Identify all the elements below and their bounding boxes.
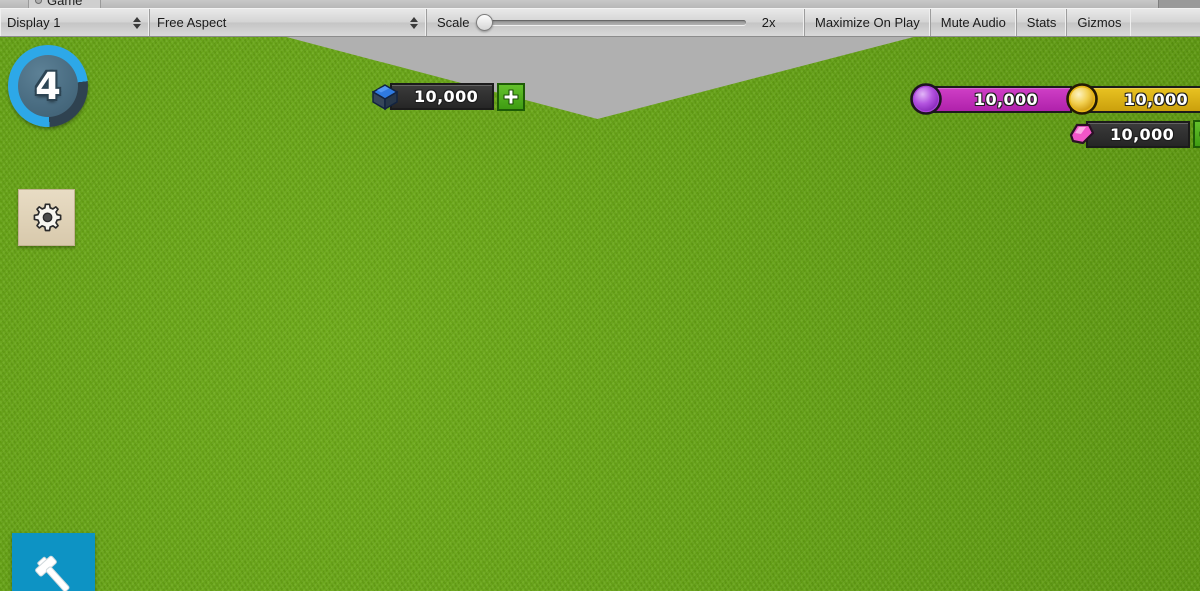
pink-gem-icon (1064, 119, 1098, 149)
player-level-badge[interactable]: 4 (8, 45, 88, 127)
tab-game[interactable]: Game (28, 0, 102, 8)
stats-label: Stats (1026, 15, 1057, 30)
chevron-updown-icon (410, 16, 419, 30)
gold-coin-icon (1064, 81, 1100, 117)
maximize-on-play-label: Maximize On Play (815, 15, 920, 30)
chevron-updown-icon (133, 16, 142, 30)
resource-elixir-bar: 10,000 (932, 85, 1072, 113)
stats-button[interactable]: Stats (1017, 9, 1068, 36)
resource-gems-amount: 10,000 (414, 87, 479, 106)
mute-audio-label: Mute Audio (940, 15, 1006, 30)
tab-strip-right-control[interactable] (1158, 0, 1200, 8)
hammer-icon (34, 555, 69, 591)
resource-gold-bar: 10,000 (1088, 85, 1200, 113)
resource-dark-elixir-amount: 10,000 (1110, 124, 1175, 144)
maximize-on-play-button[interactable]: Maximize On Play (805, 9, 931, 36)
editor-tab-strip: Game (0, 0, 1200, 8)
gear-icon (33, 203, 62, 232)
tab-icon (35, 0, 42, 4)
scale-label: Scale (437, 15, 470, 30)
resource-dark-elixir-bar: 10,000 (1086, 120, 1191, 148)
display-selector-label: Display 1 (7, 15, 61, 30)
game-viewport[interactable]: 4 10,000 10,000 10,000 10,000 (0, 37, 1200, 591)
blue-crate-icon (368, 81, 402, 112)
game-view-toolbar: Display 1 Free Aspect Scale 2x Maximize … (0, 8, 1200, 37)
level-number: 4 (35, 64, 61, 108)
aspect-selector-label: Free Aspect (157, 15, 227, 30)
add-dark-elixir-button[interactable] (1193, 120, 1200, 148)
resource-elixir[interactable]: 10,000 (908, 81, 1072, 117)
plus-icon (503, 88, 519, 105)
scale-slider-thumb[interactable] (475, 14, 493, 31)
grass-terrain (0, 37, 1200, 591)
add-gems-button[interactable] (497, 82, 526, 111)
scale-slider[interactable] (475, 14, 746, 31)
resource-gems[interactable]: 10,000 (368, 81, 526, 112)
settings-button[interactable] (18, 189, 75, 246)
tab-game-label: Game (47, 0, 83, 8)
resource-gold[interactable]: 10,000 (1064, 81, 1200, 117)
resource-dark-elixir[interactable]: 10,000 (1064, 119, 1200, 149)
gizmos-button[interactable]: Gizmos (1067, 9, 1131, 36)
scale-value: 2x (761, 15, 776, 30)
mute-audio-button[interactable]: Mute Audio (931, 9, 1017, 36)
resource-gold-amount: 10,000 (1123, 89, 1189, 109)
resource-elixir-amount: 10,000 (973, 89, 1039, 109)
aspect-selector[interactable]: Free Aspect (150, 9, 427, 36)
build-button[interactable] (12, 533, 95, 591)
scale-control[interactable]: Scale 2x (427, 9, 805, 36)
resource-gems-bar: 10,000 (390, 83, 495, 110)
purple-orb-icon (908, 81, 944, 117)
gizmos-label: Gizmos (1077, 15, 1122, 30)
level-badge-inner: 4 (18, 55, 78, 117)
display-selector[interactable]: Display 1 (0, 9, 150, 36)
